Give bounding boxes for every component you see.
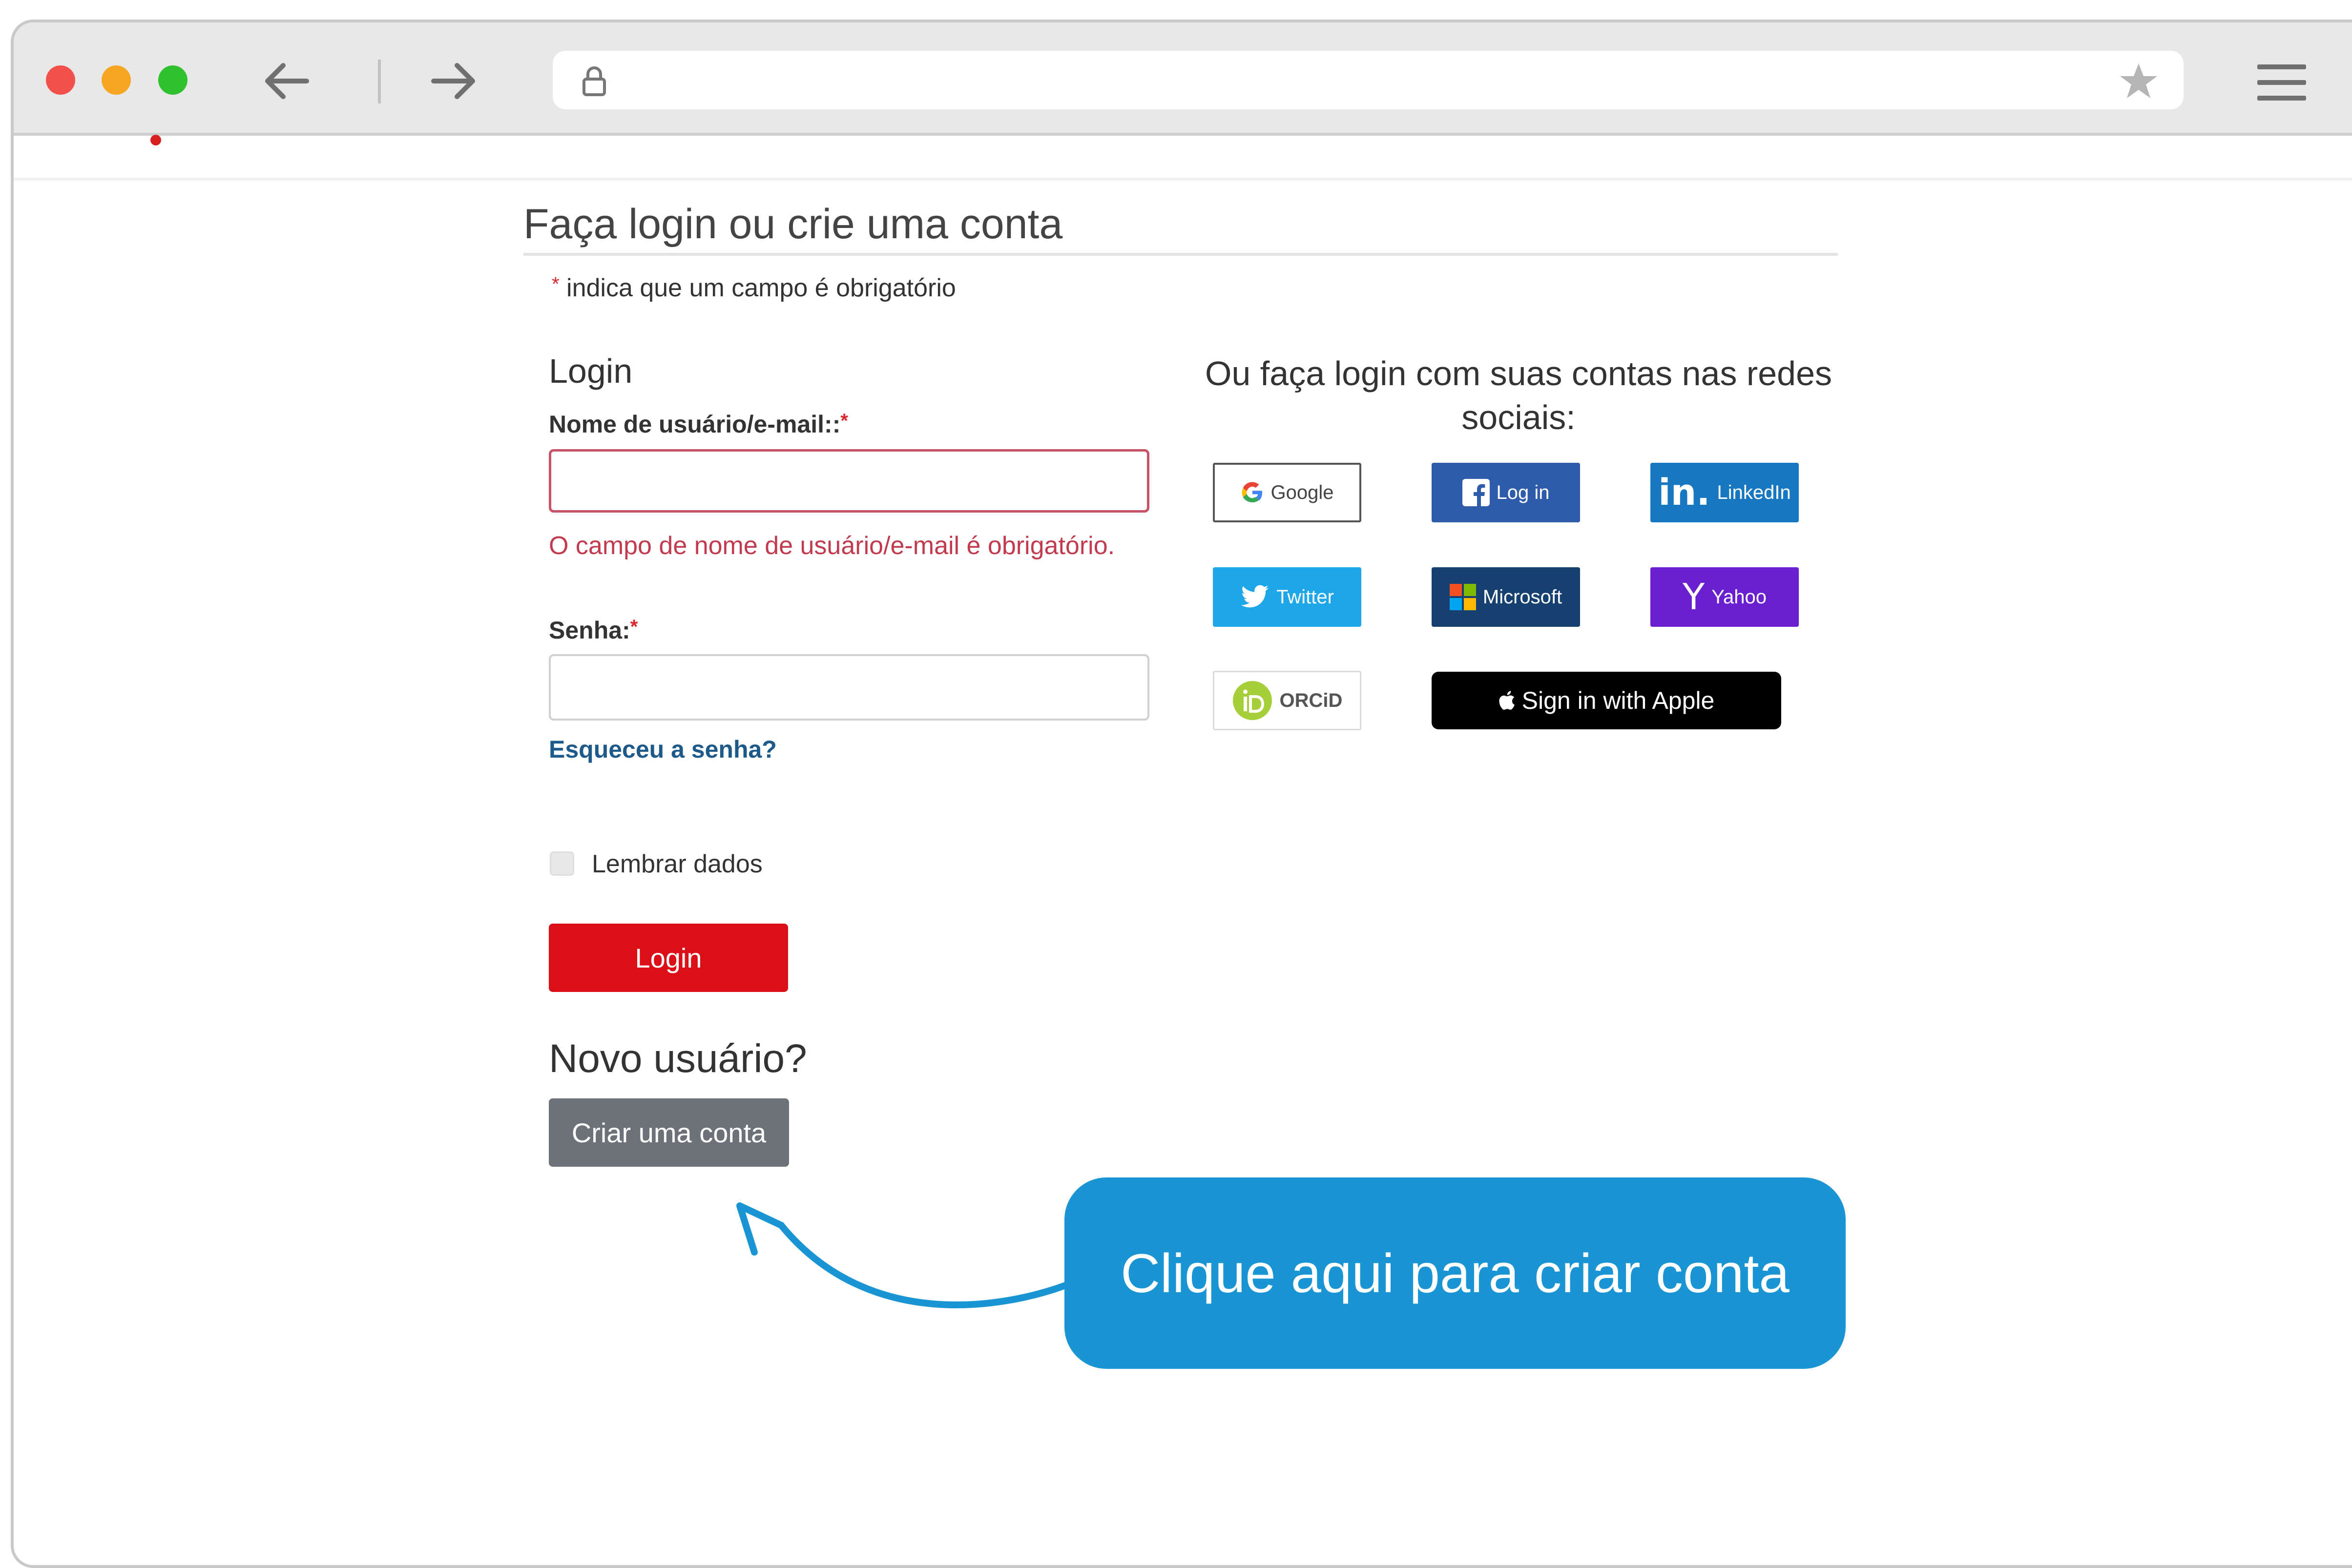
apple-login-label: Sign in with Apple — [1521, 687, 1715, 714]
create-account-button[interactable]: Criar uma conta — [549, 1098, 789, 1167]
google-icon — [1241, 481, 1264, 504]
password-required-asterisk: * — [630, 616, 638, 638]
yahoo-login-button[interactable]: Y Yahoo — [1650, 567, 1799, 627]
linkedin-login-label: LinkedIn — [1717, 481, 1791, 503]
hamburger-menu-icon[interactable] — [2255, 61, 2309, 104]
orcid-login-button[interactable]: ORCiD — [1213, 671, 1361, 730]
required-fields-note: * indica que um campo é obrigatório — [552, 273, 956, 303]
orcid-login-label: ORCiD — [1279, 689, 1343, 711]
maximize-window-button[interactable] — [158, 65, 187, 95]
remember-me-label: Lembrar dados — [592, 850, 763, 878]
facebook-login-label: Log in — [1496, 481, 1550, 503]
username-label-text: Nome de usuário/e-mail:: — [549, 411, 841, 438]
lock-icon — [577, 63, 611, 98]
twitter-login-label: Twitter — [1276, 586, 1334, 608]
microsoft-login-button[interactable]: Microsoft — [1432, 567, 1580, 627]
social-login-title: Ou faça login com suas contas nas redes … — [1205, 354, 1832, 436]
linkedin-icon: in. — [1658, 472, 1710, 514]
minimize-window-button[interactable] — [102, 65, 131, 95]
username-error-message: O campo de nome de usuário/e-mail é obri… — [549, 532, 1115, 560]
yahoo-login-label: Yahoo — [1711, 586, 1767, 608]
forward-arrow-icon[interactable] — [424, 57, 482, 105]
apple-login-button[interactable]: Sign in with Apple — [1432, 672, 1781, 729]
google-login-label: Google — [1270, 481, 1334, 503]
close-window-button[interactable] — [46, 65, 75, 95]
password-label: Senha:* — [549, 616, 638, 644]
page-header-divider — [14, 178, 2352, 181]
linkedin-login-button[interactable]: in. LinkedIn — [1650, 463, 1799, 522]
twitter-login-button[interactable]: Twitter — [1213, 567, 1361, 627]
bookmark-star-icon[interactable] — [2118, 61, 2159, 102]
password-label-text: Senha: — [549, 617, 630, 644]
login-section-title: Login — [549, 352, 633, 390]
username-input[interactable] — [549, 449, 1149, 513]
apple-icon — [1499, 691, 1515, 710]
back-arrow-icon[interactable] — [258, 57, 316, 105]
nav-separator — [378, 60, 381, 103]
login-button[interactable]: Login — [549, 924, 788, 992]
orcid-icon — [1232, 680, 1273, 721]
username-label: Nome de usuário/e-mail::* — [549, 410, 848, 438]
microsoft-icon — [1449, 584, 1476, 610]
page-title: Faça login ou crie uma conta — [523, 201, 1063, 248]
microsoft-login-label: Microsoft — [1482, 586, 1562, 608]
password-input[interactable] — [549, 654, 1149, 721]
forgot-password-link[interactable]: Esqueceu a senha? — [549, 735, 777, 763]
address-bar[interactable] — [553, 51, 2184, 109]
callout-arrow — [736, 1202, 1073, 1308]
title-divider — [523, 253, 1838, 256]
new-user-title: Novo usuário? — [549, 1036, 807, 1081]
required-asterisk: * — [552, 273, 560, 295]
required-note-text: indica que um campo é obrigatório — [566, 274, 956, 302]
twitter-icon — [1240, 585, 1270, 609]
username-required-asterisk: * — [840, 410, 848, 432]
facebook-login-button[interactable]: Log in — [1432, 463, 1580, 522]
site-logo-fragment — [150, 135, 161, 145]
browser-titlebar — [14, 22, 2352, 136]
google-login-button[interactable]: Google — [1213, 463, 1361, 522]
yahoo-icon: Y — [1683, 576, 1705, 618]
remember-me-checkbox[interactable] — [550, 851, 574, 876]
facebook-icon — [1462, 479, 1490, 506]
create-account-callout: Clique aqui para criar conta — [1064, 1177, 1846, 1369]
